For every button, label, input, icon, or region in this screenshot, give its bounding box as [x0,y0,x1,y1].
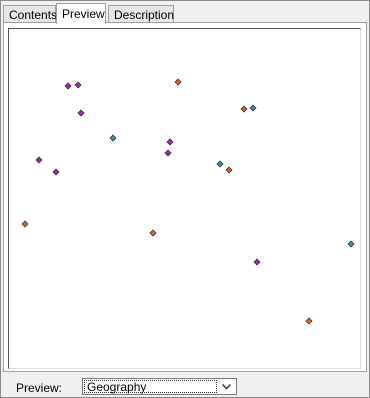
feature-point [253,258,261,266]
preview-type-dropdown[interactable]: Geography [82,378,237,395]
feature-point-layer [21,78,355,325]
feature-point [166,138,174,146]
feature-point [77,109,85,117]
feature-point [305,317,313,325]
feature-point [174,78,182,86]
feature-point [109,134,117,142]
feature-point [216,160,224,168]
feature-point [74,81,82,89]
preview-window: Contents Preview Description Preview: Ge… [0,0,370,398]
preview-options-bar: Preview: Geography [1,373,369,397]
tab-preview[interactable]: Preview [56,3,106,24]
geography-preview-canvas[interactable] [8,28,361,369]
feature-point [35,156,43,164]
preview-panel [3,22,367,372]
feature-point [240,105,248,113]
feature-point [347,240,355,248]
feature-point [164,149,172,157]
chevron-down-icon[interactable] [218,380,235,393]
feature-point [52,168,60,176]
preview-type-selected-value: Geography [84,380,217,394]
feature-point [249,104,257,112]
preview-type-label: Preview: [16,381,63,395]
tab-description[interactable]: Description [108,5,174,22]
feature-point [21,220,29,228]
feature-point [225,166,233,174]
feature-point [64,82,72,90]
tab-strip: Contents Preview Description [3,3,367,24]
feature-point [149,229,157,237]
tab-contents[interactable]: Contents [3,5,57,22]
